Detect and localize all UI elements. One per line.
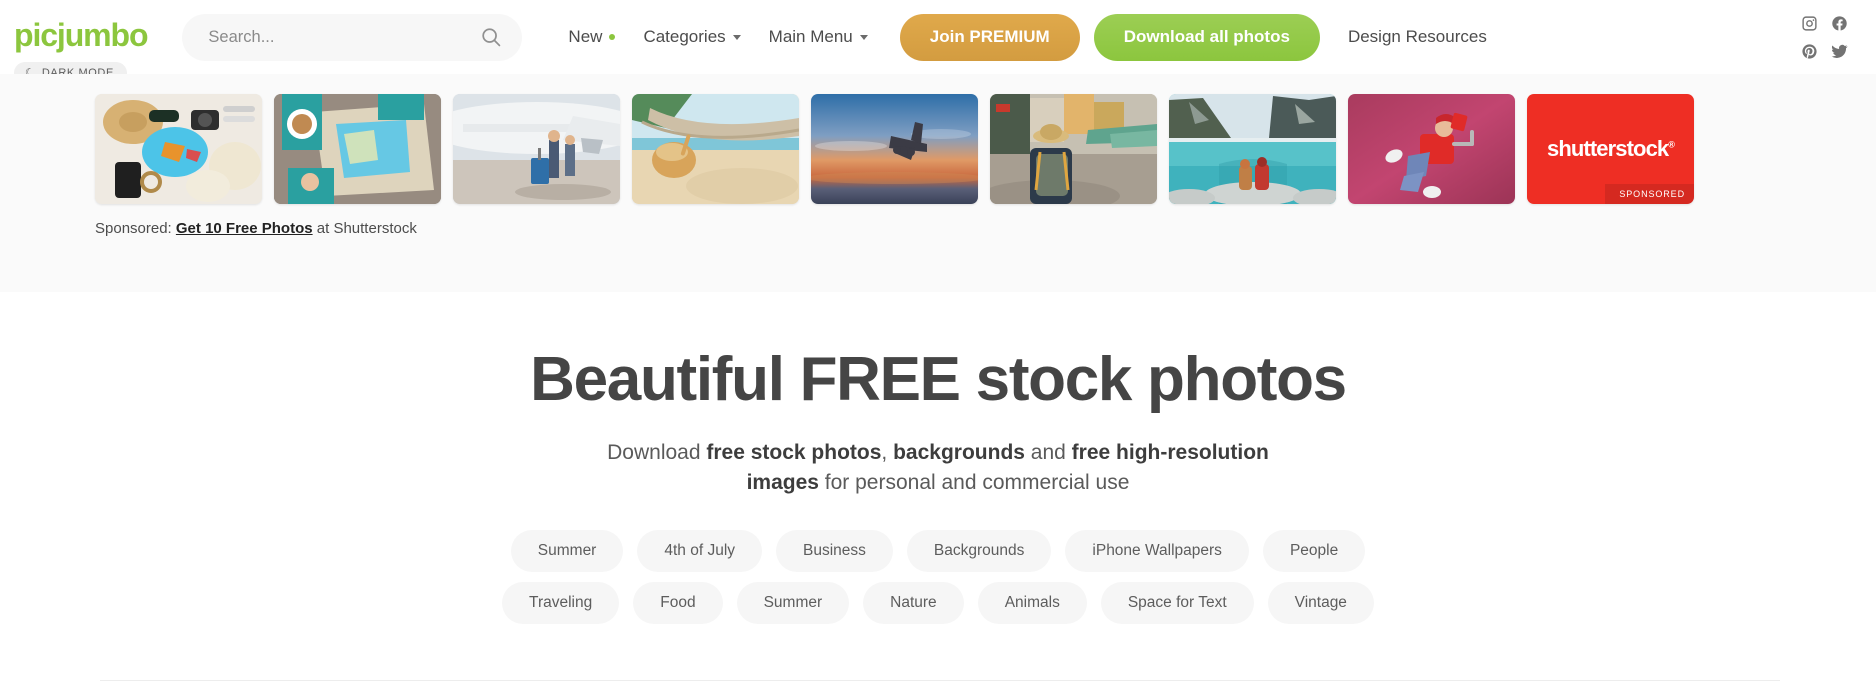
tag-chip[interactable]: Business <box>776 529 893 572</box>
sponsored-strip: shutterstock® SPONSORED Sponsored: Get 1… <box>0 74 1876 292</box>
mountain-lake-image <box>1169 94 1336 204</box>
sponsored-caption-prefix: Sponsored: <box>95 220 176 237</box>
subtitle-part-2: , <box>881 441 894 465</box>
sponsored-thumbnail-list: shutterstock® SPONSORED <box>0 94 1876 204</box>
street-market-backpacker-image <box>990 94 1157 204</box>
sponsored-thumbnail[interactable] <box>1169 94 1336 204</box>
join-premium-button[interactable]: Join PREMIUM <box>899 13 1080 61</box>
main-navigation: New Categories Main Menu <box>554 27 881 47</box>
beach-hammock-image <box>632 94 799 204</box>
sponsored-thumbnail[interactable] <box>453 94 620 204</box>
nav-item-label: Categories <box>643 27 726 46</box>
subtitle-part-3: and <box>1024 441 1072 465</box>
shutterstock-logo: shutterstock® <box>1547 136 1675 161</box>
chevron-down-icon <box>732 34 741 40</box>
tag-chip[interactable]: iPhone Wallpapers <box>1065 529 1249 572</box>
subtitle-part-1: Download <box>607 441 707 465</box>
nav-item-label: Main Menu <box>768 27 853 46</box>
tag-chip[interactable]: 4th of July <box>637 529 763 572</box>
tag-row-2: Traveling Food Summer Nature Animals Spa… <box>478 581 1398 624</box>
tag-chip[interactable]: Vintage <box>1267 581 1374 624</box>
hero-subtitle: Download free stock photos, backgrounds … <box>602 438 1274 498</box>
sponsored-thumbnail[interactable] <box>274 94 441 204</box>
tag-row-1: Summer 4th of July Business Backgrounds … <box>478 529 1398 572</box>
new-badge-dot-icon <box>609 34 616 40</box>
airplane-sunset-image <box>811 94 978 204</box>
sponsored-thumbnail[interactable] <box>1348 94 1515 204</box>
tag-chip[interactable]: People <box>1262 529 1366 572</box>
content-divider <box>100 680 1780 681</box>
sponsored-badge: SPONSORED <box>1605 184 1694 204</box>
subtitle-bold-2: backgrounds <box>893 441 1025 465</box>
sponsored-thumbnail[interactable] <box>632 94 799 204</box>
nav-item-main-menu[interactable]: Main Menu <box>755 27 882 47</box>
subtitle-part-4: for personal and commercial use <box>818 470 1130 494</box>
sponsored-thumbnail[interactable] <box>95 94 262 204</box>
nav-item-design-resources[interactable]: Design Resources <box>1348 27 1487 47</box>
twitter-icon[interactable] <box>1831 43 1848 60</box>
hero-section: Beautiful FREE stock photos Download fre… <box>0 292 1876 624</box>
map-planning-image <box>274 94 441 204</box>
tag-chip[interactable]: Backgrounds <box>906 529 1052 572</box>
get-free-photos-link[interactable]: Get 10 Free Photos <box>176 220 313 237</box>
airport-travellers-image <box>453 94 620 204</box>
tag-chip[interactable]: Space for Text <box>1100 581 1254 624</box>
subtitle-bold-1: free stock photos <box>706 441 882 465</box>
tag-chip[interactable]: Animals <box>977 581 1087 624</box>
nav-item-label: New <box>568 27 603 46</box>
tag-chip[interactable]: Nature <box>863 581 964 624</box>
site-logo[interactable]: picjumbo <box>14 19 149 55</box>
tag-chip[interactable]: Summer <box>510 529 624 572</box>
sponsored-caption: Sponsored: Get 10 Free Photos at Shutter… <box>0 220 1876 237</box>
sponsored-caption-suffix: at Shutterstock <box>312 220 417 237</box>
sponsored-thumbnail[interactable] <box>990 94 1157 204</box>
pinterest-icon[interactable] <box>1801 43 1818 60</box>
search-icon[interactable] <box>480 26 502 48</box>
tag-chip[interactable]: Food <box>633 581 723 624</box>
tag-chip[interactable]: Traveling <box>502 581 620 624</box>
tag-chip[interactable]: Summer <box>736 581 850 624</box>
nav-item-categories[interactable]: Categories <box>629 27 754 47</box>
search-input[interactable] <box>208 27 481 47</box>
site-header: picjumbo New Categories Main Menu Join P… <box>0 0 1876 84</box>
search-box[interactable] <box>182 13 523 61</box>
page-title: Beautiful FREE stock photos <box>530 345 1347 414</box>
travel-flatlay-image <box>95 94 262 204</box>
download-all-photos-button[interactable]: Download all photos <box>1093 13 1320 61</box>
woman-red-suitcase-image <box>1348 94 1515 204</box>
facebook-icon[interactable] <box>1831 15 1848 32</box>
sponsored-thumbnail[interactable] <box>811 94 978 204</box>
instagram-icon[interactable] <box>1801 15 1818 32</box>
social-links <box>1794 9 1854 65</box>
trademark-symbol: ® <box>1668 139 1675 150</box>
shutterstock-ad-card[interactable]: shutterstock® SPONSORED <box>1527 94 1694 204</box>
nav-item-new[interactable]: New <box>554 27 629 47</box>
chevron-down-icon <box>859 34 868 40</box>
